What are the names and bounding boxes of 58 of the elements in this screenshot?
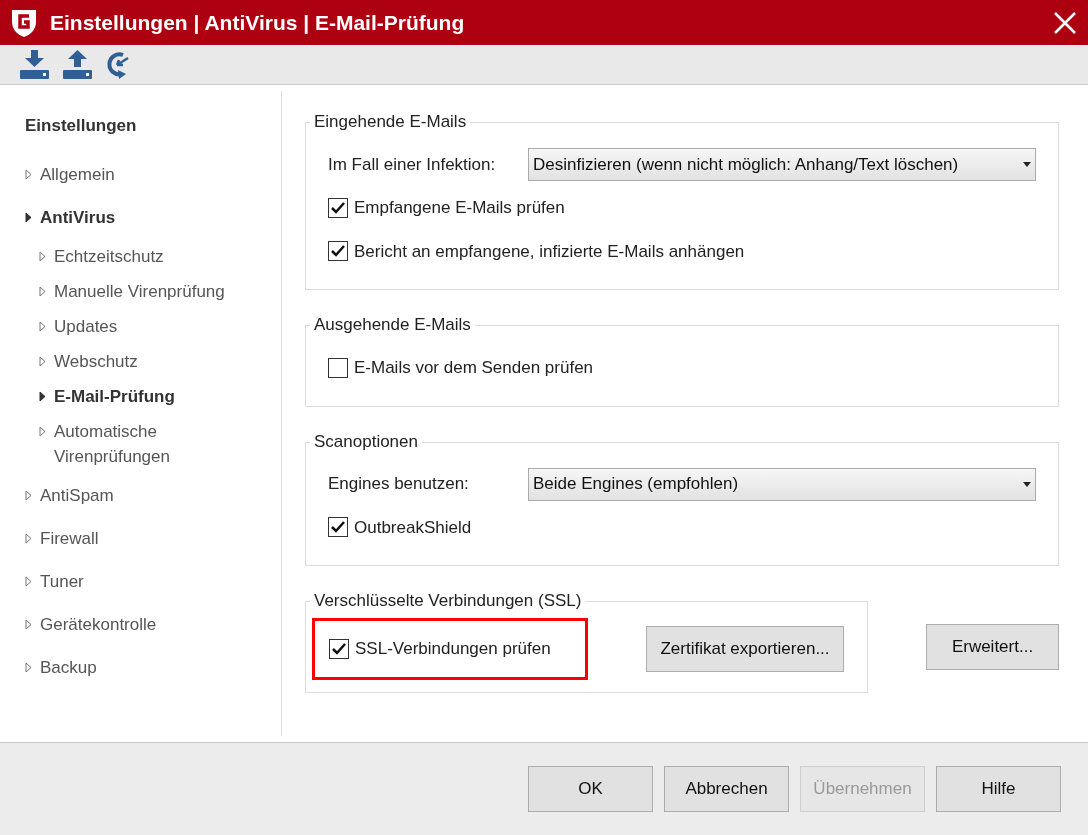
sidebar-item[interactable]: AntiSpam	[40, 482, 114, 508]
sidebar-item[interactable]: Gerätekontrolle	[40, 611, 157, 637]
expand-triangle-icon	[39, 285, 46, 297]
expand-triangle-icon	[25, 168, 32, 180]
dropdown[interactable]: Desinfizieren (wenn nicht möglich: Anhang/Text löschen)	[528, 148, 1036, 181]
checkbox[interactable]	[328, 197, 348, 218]
checkbox[interactable]	[328, 517, 348, 538]
expand-triangle-icon	[25, 489, 32, 501]
checkbox[interactable]	[329, 639, 349, 659]
export-button[interactable]: Zertifikat exportieren...	[646, 626, 844, 672]
sidebar-item[interactable]: Webschutz	[54, 348, 259, 374]
checkbox-label[interactable]: E-Mails vor dem Senden prüfen	[354, 355, 594, 381]
sidebar-heading: Einstellungen	[25, 115, 138, 137]
shield-logo-icon	[10, 7, 38, 38]
sidebar-item[interactable]: E-Mail-Prüfung	[54, 383, 259, 409]
checkmark-icon	[331, 245, 345, 258]
sidebar-item[interactable]: AntiVirus	[40, 204, 116, 230]
sidebar-item[interactable]: Tuner	[40, 568, 84, 594]
expand-triangle-icon	[25, 661, 32, 673]
checkmark-icon	[331, 201, 345, 214]
sidebar-item[interactable]: Echtzeitschutz	[54, 243, 259, 269]
field-label: Engines benutzen:	[328, 473, 470, 496]
checkbox[interactable]	[328, 241, 348, 262]
close-icon[interactable]	[1054, 11, 1076, 34]
expand-triangle-icon	[25, 532, 32, 544]
expand-triangle-icon	[39, 390, 46, 402]
dialog-button[interactable]: Hilfe	[936, 766, 1061, 812]
checkbox[interactable]	[328, 357, 348, 378]
sidebar-item[interactable]: Manuelle Virenprüfung	[54, 278, 259, 304]
advanced-button[interactable]: Erweitert...	[926, 624, 1059, 670]
expand-triangle-icon	[25, 575, 32, 587]
window-title: Einstellungen | AntiVirus | E-Mail-Prüfung	[50, 9, 466, 36]
expand-triangle-icon	[25, 211, 32, 223]
sidebar-item[interactable]: Updates	[54, 313, 259, 339]
checkbox-label[interactable]: Bericht an empfangene, infizierte E-Mails anhängen	[354, 238, 745, 264]
checkbox-label[interactable]: Empfangene E-Mails prüfen	[354, 195, 565, 221]
dropdown-arrow-icon	[1023, 481, 1031, 487]
restore-icon[interactable]	[105, 49, 131, 80]
expand-triangle-icon	[39, 320, 46, 332]
expand-triangle-icon	[39, 425, 46, 437]
dialog-button[interactable]: OK	[528, 766, 653, 812]
dropdown[interactable]: Beide Engines (empfohlen)	[528, 467, 1036, 501]
expand-triangle-icon	[25, 618, 32, 630]
upload-icon[interactable]	[62, 49, 93, 80]
checkmark-icon	[331, 521, 345, 534]
dialog-button[interactable]: Abbrechen	[664, 766, 789, 812]
checkbox-label[interactable]: SSL-Verbindungen prüfen	[355, 636, 551, 662]
expand-triangle-icon	[39, 355, 46, 367]
sidebar-item[interactable]: Automatische Virenprüfungen	[54, 418, 259, 469]
expand-triangle-icon	[39, 250, 46, 262]
sidebar-item[interactable]: Backup	[40, 654, 97, 680]
sidebar-item[interactable]: Allgemein	[40, 161, 115, 187]
checkbox-label[interactable]: OutbreakShield	[354, 514, 472, 540]
sidebar-item[interactable]: Firewall	[40, 525, 99, 551]
download-icon[interactable]	[19, 49, 50, 80]
dropdown-arrow-icon	[1023, 162, 1031, 167]
field-label: Im Fall einer Infektion:	[328, 153, 497, 176]
checkmark-icon	[332, 643, 346, 655]
